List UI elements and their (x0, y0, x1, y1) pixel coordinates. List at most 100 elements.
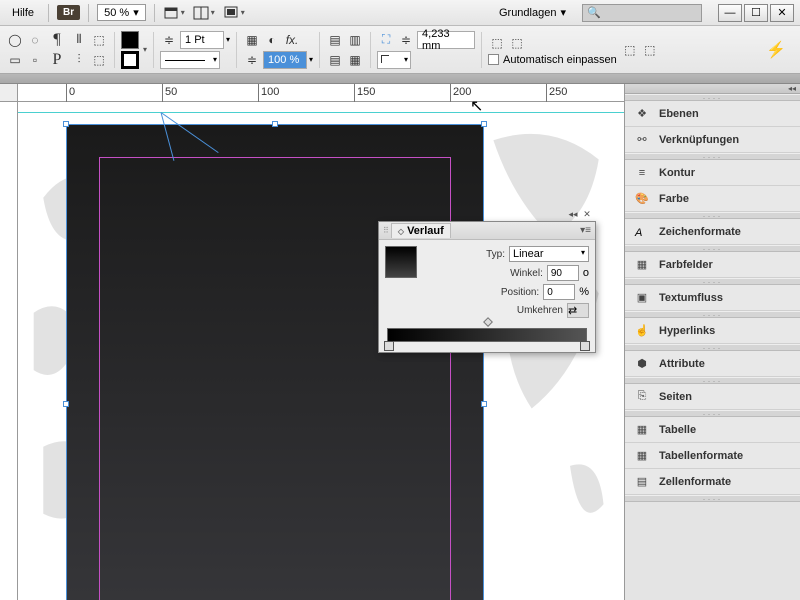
stroke-swatch[interactable] (121, 51, 139, 69)
view-options[interactable]: ▾ (163, 5, 185, 21)
document-page[interactable] (66, 124, 484, 600)
gradient-stop[interactable] (580, 341, 590, 351)
distribute-v-icon[interactable]: ⫶ (70, 51, 88, 69)
opacity-input[interactable]: 100 % (263, 51, 307, 69)
separator (481, 32, 482, 68)
maximize-button[interactable]: ☐ (744, 4, 768, 22)
corner-type[interactable]: ▾ (377, 51, 411, 69)
text-wrap-bottom-icon[interactable]: ▦ (346, 51, 364, 69)
panel-verknupfungen[interactable]: ⚯ Verknüpfungen (625, 127, 800, 153)
minimize-button[interactable]: — (718, 4, 742, 22)
select-content-icon[interactable]: ⬚ (641, 41, 659, 59)
panel-tab[interactable]: ◇ Verlauf (391, 223, 451, 238)
ellipse-tool-icon[interactable]: ◯ (6, 31, 24, 49)
text-wrap-right-icon[interactable]: ▥ (346, 31, 364, 49)
fit-frame-icon[interactable]: ⬚ (508, 34, 526, 52)
dashed-ellipse-icon[interactable]: ◌ (26, 31, 44, 49)
paragraph-icon[interactable]: ¶ (48, 31, 66, 49)
panel-group-grip[interactable] (625, 377, 800, 384)
vertical-ruler[interactable] (0, 102, 18, 600)
drop-shadow-icon[interactable]: ▦ (243, 31, 261, 49)
workspace-switcher[interactable]: Grundlagen ▾ (491, 4, 574, 21)
panel-titlebar[interactable]: ⠿ ◇ Verlauf ▾≡ (379, 222, 595, 240)
search-field[interactable]: 🔍 (582, 4, 702, 22)
panel-hyperlinks[interactable]: ☝ Hyperlinks (625, 318, 800, 344)
attributes-icon: ⬢ (633, 355, 651, 373)
cell-styles-icon: ▤ (633, 473, 651, 491)
panel-kontur[interactable]: ≡ Kontur (625, 160, 800, 186)
ruler-tick: 250 (546, 84, 567, 102)
chevron-down-icon[interactable]: ▾ (226, 35, 230, 44)
stroke-style[interactable]: ▾ (160, 51, 220, 69)
position-input[interactable] (543, 284, 575, 300)
autofit-checkbox[interactable]: Automatisch einpassen (488, 54, 617, 66)
select-container-icon[interactable]: ⬚ (621, 41, 639, 59)
chevron-down-icon[interactable]: ▾ (309, 55, 313, 64)
panel-group-grip[interactable] (625, 245, 800, 252)
panel-menu-icon[interactable]: ▾≡ (580, 225, 591, 236)
panel-group-grip[interactable] (625, 344, 800, 351)
panel-group-grip[interactable] (625, 311, 800, 318)
screen-mode[interactable]: ▾ (223, 5, 245, 21)
panel-zeichenformate[interactable]: A Zeichenformate (625, 219, 800, 245)
selection-handle[interactable] (63, 121, 69, 127)
panel-farbe[interactable]: 🎨 Farbe (625, 186, 800, 212)
selection-handle[interactable] (63, 401, 69, 407)
panel-group-grip[interactable] (625, 94, 800, 101)
ruler-origin[interactable] (0, 84, 18, 102)
rect-tool-icon[interactable]: ▭ (6, 51, 24, 69)
help-menu[interactable]: Hilfe (6, 5, 40, 21)
panel-close-icon[interactable]: ✕ (581, 208, 593, 220)
gradient-stop[interactable] (384, 341, 394, 351)
selection-handle[interactable] (481, 401, 487, 407)
type-icon[interactable]: P (48, 51, 66, 69)
selection-handle[interactable] (481, 121, 487, 127)
panel-group-grip[interactable] (625, 278, 800, 285)
fill-swatch[interactable] (121, 31, 139, 49)
quick-apply-icon[interactable]: ⚡ (758, 40, 794, 60)
gradient-panel[interactable]: ◂◂ ✕ ⠿ ◇ Verlauf ▾≡ Typ: Linear (378, 221, 596, 353)
selection-handle[interactable] (272, 121, 278, 127)
align-v-icon[interactable]: ⬚ (90, 51, 108, 69)
opacity-stepper[interactable]: ≑ (243, 51, 261, 69)
arrange-docs[interactable]: ▾ (193, 5, 215, 21)
panel-grip-icon: ⠿ (383, 226, 387, 235)
panel-group-grip[interactable] (625, 153, 800, 160)
text-wrap-top-icon[interactable]: ▤ (326, 51, 344, 69)
gradient-type-dropdown[interactable]: Linear ▾ (509, 246, 589, 262)
bridge-button[interactable]: Br (57, 5, 80, 20)
crop-icon[interactable]: ⛶ (377, 31, 395, 49)
panel-zellenformate[interactable]: ▤ Zellenformate (625, 469, 800, 495)
panel-attribute[interactable]: ⬢ Attribute (625, 351, 800, 377)
reverse-gradient-button[interactable]: ⇄ (567, 303, 589, 318)
panel-group-grip[interactable] (625, 212, 800, 219)
panel-seiten[interactable]: ⎘ Seiten (625, 384, 800, 410)
panel-collapse-icon[interactable]: ◂◂ (567, 208, 579, 220)
dimension-input[interactable]: 4,233 mm (417, 31, 475, 49)
text-wrap-left-icon[interactable]: ▤ (326, 31, 344, 49)
gradient-preview[interactable] (385, 246, 417, 278)
dim-stepper[interactable]: ≑ (397, 31, 415, 49)
fx-icon[interactable]: fx. (283, 31, 301, 49)
fit-content-icon[interactable]: ⬚ (488, 34, 506, 52)
stroke-weight-stepper[interactable]: ≑ (160, 31, 178, 49)
panel-farbfelder[interactable]: ▦ Farbfelder (625, 252, 800, 278)
panel-tabelle[interactable]: ▦ Tabelle (625, 417, 800, 443)
gradient-ramp[interactable] (387, 328, 587, 342)
stroke-weight-input[interactable]: 1 Pt (180, 31, 224, 49)
close-button[interactable]: ✕ (770, 4, 794, 22)
panel-ebenen[interactable]: ❖ Ebenen (625, 101, 800, 127)
angle-input[interactable] (547, 265, 579, 281)
horizontal-ruler[interactable]: 0 50 100 150 200 250 (18, 84, 624, 102)
distribute-icon[interactable]: ⫴ (70, 31, 88, 49)
zoom-dropdown[interactable]: 50 % ▾ (97, 4, 146, 21)
horizontal-guide[interactable] (18, 112, 624, 113)
panel-group-grip[interactable] (625, 495, 800, 502)
align-icon[interactable]: ⬚ (90, 31, 108, 49)
feather-icon[interactable]: ◐ (263, 31, 281, 49)
panel-tabellenformate[interactable]: ▦ Tabellenformate (625, 443, 800, 469)
panel-group-grip[interactable] (625, 410, 800, 417)
panel-textumfluss[interactable]: ▣ Textumfluss (625, 285, 800, 311)
dashed-rect-icon[interactable]: ▫ (26, 51, 44, 69)
chevron-down-icon[interactable]: ▾ (143, 45, 147, 54)
